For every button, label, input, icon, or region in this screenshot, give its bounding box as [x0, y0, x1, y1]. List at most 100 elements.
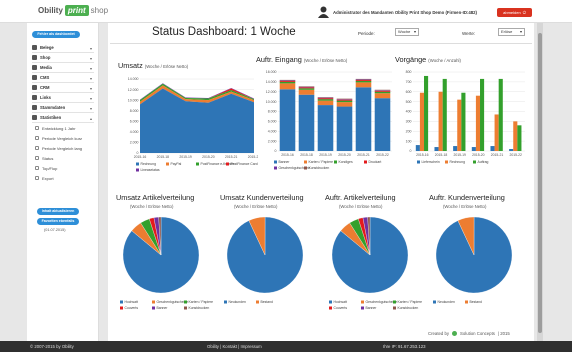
sidebar-item-crm[interactable]: CRM ▾ [32, 83, 94, 93]
sidebar-item-label: Media [40, 65, 52, 70]
bar-segment [298, 94, 315, 151]
shop-icon [32, 55, 37, 60]
top-bar: Obility print shop Administrator des Man… [0, 0, 572, 23]
y-tick-label: 800 [406, 70, 412, 74]
logout-button[interactable]: abmelden ⏻ [497, 8, 532, 17]
legend-label: Kunstdrucken [189, 306, 210, 310]
legend-swatch [120, 306, 123, 310]
legend-label: Couverts [334, 306, 348, 310]
sidebar-subitem-entwicklung[interactable]: Entwicklung 1 Jahr [32, 123, 94, 133]
favorites-button[interactable]: Favoriten ebenfalls [37, 218, 79, 225]
scrollbar[interactable] [537, 23, 543, 341]
x-tick-label: 2015-21 [357, 153, 370, 157]
legend-swatch [152, 300, 155, 304]
chart-title: Auftr. Artikelverteilung [325, 193, 396, 202]
new-dashboard-button[interactable]: Fehler als dashbordet [32, 31, 80, 38]
legend-label: Rechnung [141, 162, 157, 166]
chart-auftr-eingang: Auftr. Eingang (Woche / Erlöse Netto) 02… [256, 55, 396, 181]
footer-links[interactable]: Obility | Kontakt | Impressum [207, 344, 262, 349]
chart-title: Vorgänge (Woche / Anzahl) [395, 55, 461, 64]
legend-swatch [465, 300, 468, 304]
legend-swatch [226, 162, 229, 166]
sidebar-subitem-export[interactable]: Export [32, 173, 94, 183]
y-tick-label: 6.000 [268, 120, 277, 124]
legend-label: Karten / Papiere [398, 300, 423, 304]
legend-label: Geschenkgutscheine [157, 300, 189, 304]
sidebar-subitem-periode-kurz[interactable]: Periode Vergleich kurz [32, 133, 94, 143]
bar-segment [279, 80, 296, 82]
scrollbar-thumb[interactable] [538, 33, 542, 333]
sidebar-subitem-status[interactable]: Status [32, 153, 94, 163]
bar-segment [317, 105, 334, 151]
periode-select[interactable]: Woche ▾ [395, 28, 419, 36]
update-content-button[interactable]: Inhalt aktualisieren [37, 208, 79, 215]
app-logo[interactable]: Obility print shop [38, 3, 108, 18]
x-tick-label: 2015-16 [281, 153, 294, 157]
sidebar-subitem-label: Periode Vergleich kurz [42, 135, 83, 141]
chart-vorgaenge: Vorgänge (Woche / Anzahl) 0 100 200 300 400 5… [395, 55, 527, 181]
created-by: Created by Solution Concepts | 2015 [428, 331, 510, 336]
y-tick-label: 4.000 [130, 130, 139, 134]
x-tick-label: 2015-21 [225, 155, 238, 159]
y-tick-label: 12.000 [266, 90, 277, 94]
created-company[interactable]: Solution Concepts [460, 331, 495, 336]
legend-label: PostFinance e-finance [201, 162, 235, 166]
sidebar-item-belege[interactable]: Belege ▾ [32, 43, 94, 53]
chevron-down-icon: ▾ [89, 56, 92, 61]
legend-swatch [361, 306, 364, 310]
sidebar-item-label: CRM [40, 85, 50, 90]
y-tick-label: 14.000 [128, 77, 139, 81]
x-tick-label: 2015-19 [319, 153, 332, 157]
chevron-down-icon: ▾ [89, 86, 92, 91]
logo-text-1: Obility [38, 6, 63, 15]
bar [453, 146, 458, 151]
divider [110, 43, 532, 44]
chart-icon [35, 156, 39, 160]
sidebar-item-cms[interactable]: CMS ▾ [32, 73, 94, 83]
chart-title: Umsatz (Woche / Erlöse Netto) [118, 61, 188, 70]
sidebar-item-label: Belege [40, 45, 54, 50]
sidebar-item-label: CMS [40, 75, 50, 80]
legend-swatch [184, 306, 187, 310]
y-tick-label: 600 [406, 90, 412, 94]
legend-label: Kondiges [339, 160, 353, 164]
bar [475, 95, 481, 151]
chart-icon [32, 115, 37, 120]
umsatz-area-chart: 02.0004.0006.0008.00010.00012.00014.0002… [128, 77, 258, 172]
bar-segment [298, 89, 315, 95]
sidebar-subitem-periode-lang[interactable]: Periode Vergleich lang [32, 143, 94, 153]
legend-swatch [136, 168, 139, 172]
chevron-down-icon: ▾ [413, 29, 416, 34]
legend-swatch [224, 300, 227, 304]
chevron-down-icon: ▾ [89, 46, 92, 51]
sidebar-item-shop[interactable]: Shop ▾ [32, 53, 94, 63]
bar-segment [374, 91, 391, 94]
sidebar-item-media[interactable]: Media ▾ [32, 63, 94, 73]
sidebar-item-statistiken[interactable]: Statistiken ▴ [32, 113, 94, 123]
bar [517, 125, 522, 151]
chart-title-text: Auftr. Eingang [256, 55, 302, 64]
sidebar-subitem-topflop[interactable]: Top/Flop [32, 163, 94, 173]
umsatz-kunden-pie: Neukunden Bestand [224, 216, 304, 304]
chart-subtitle: (Woche / Erlöse Netto) [443, 204, 487, 209]
legend-label: Kunstdrucken [398, 306, 419, 310]
chevron-down-icon: ▾ [89, 106, 92, 111]
chart-subtitle: (Woche / Anzahl) [428, 58, 461, 63]
sidebar-item-links[interactable]: Links ▾ [32, 93, 94, 103]
x-tick-label: 2015-18 [300, 153, 313, 157]
legend-label: Karten / Papiere [309, 160, 334, 164]
x-tick-label: 2015-19 [179, 155, 192, 159]
sidebar-item-label: Shop [40, 55, 51, 60]
x-tick-label: 2015-22 [509, 153, 522, 157]
date-text: (01.07.2015) [44, 228, 66, 232]
y-tick-label: 12.000 [128, 88, 139, 92]
chart-subtitle: (Woche / Erlöse Netto) [303, 58, 348, 63]
legend-swatch [433, 300, 436, 304]
werte-select[interactable]: Erlöse ▾ [498, 28, 525, 36]
bar-segment [336, 99, 353, 101]
sidebar-item-stammdaten[interactable]: Stammdaten ▾ [32, 103, 94, 113]
y-tick-label: 10.000 [128, 98, 139, 102]
y-tick-label: 0 [275, 149, 277, 153]
logo-text-3: shop [90, 6, 109, 15]
sidebar-item-label: Statistiken [40, 115, 62, 120]
